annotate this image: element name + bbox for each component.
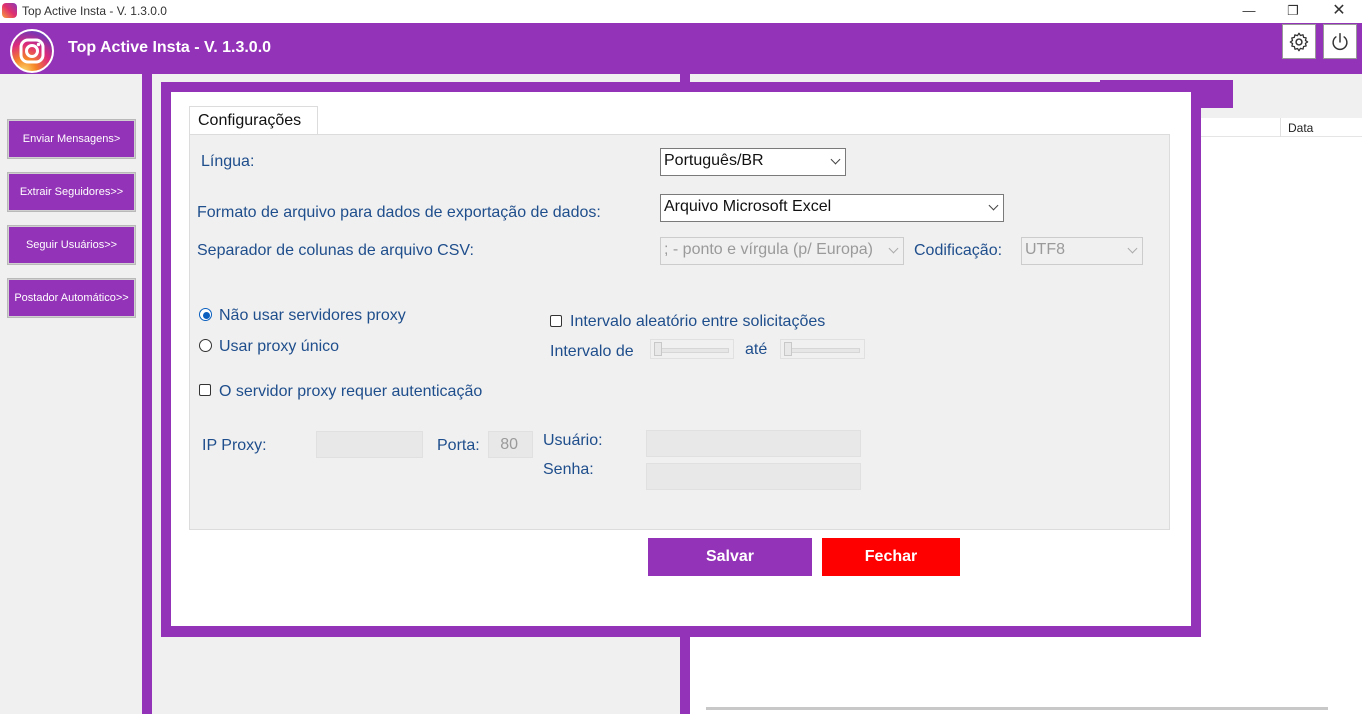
encoding-select[interactable]: UTF8 [1021, 237, 1143, 265]
export-format-value: Arquivo Microsoft Excel [664, 198, 832, 215]
sidebar-item-postador-automatico[interactable]: Postador Automático>> [7, 278, 136, 318]
sidebar-item-seguir-usuarios[interactable]: Seguir Usuários>> [7, 225, 136, 265]
proxy-password-input[interactable] [646, 463, 861, 490]
single-proxy-label[interactable]: Usar proxy único [219, 338, 339, 356]
chevron-down-icon [1127, 243, 1138, 254]
chevron-down-icon [988, 200, 999, 211]
single-proxy-radio[interactable] [199, 339, 212, 352]
app-title: Top Active Insta - V. 1.3.0.0 [68, 39, 272, 56]
no-proxy-radio[interactable] [199, 308, 212, 321]
window-titlebar: Top Active Insta - V. 1.3.0.0 — ❐ ✕ [0, 0, 1362, 23]
language-value: Português/BR [664, 152, 764, 169]
settings-button[interactable] [1282, 24, 1316, 59]
csv-separator-select[interactable]: ; - ponto e vírgula (p/ Europa) [660, 237, 904, 265]
proxy-ip-input[interactable] [316, 431, 423, 458]
encoding-label: Codificação: [914, 242, 1003, 259]
sidebar-item-enviar-mensagens[interactable]: Enviar Mensagens> [7, 119, 136, 159]
encoding-value: UTF8 [1025, 241, 1065, 258]
proxy-password-label: Senha: [543, 461, 594, 478]
interval-from-label: Intervalo de [550, 343, 634, 360]
proxy-user-label: Usuário: [543, 432, 603, 449]
export-format-label: Formato de arquivo para dados de exporta… [197, 204, 601, 221]
window-title: Top Active Insta - V. 1.3.0.0 [22, 4, 167, 18]
sidebar [0, 74, 142, 714]
sidebar-item-extrair-seguidores[interactable]: Extrair Seguidores>> [7, 172, 136, 212]
language-select[interactable]: Português/BR [660, 148, 846, 176]
tab-configuracoes[interactable]: Configurações [189, 106, 318, 135]
power-button[interactable] [1323, 24, 1357, 59]
minimize-icon[interactable]: — [1226, 0, 1272, 23]
power-icon [1332, 32, 1348, 50]
close-window-icon[interactable]: ✕ [1316, 0, 1362, 23]
chevron-down-icon [830, 154, 841, 165]
proxy-port-label: Porta: [437, 437, 480, 454]
save-button[interactable]: Salvar [648, 538, 812, 576]
export-format-select[interactable]: Arquivo Microsoft Excel [660, 194, 1004, 222]
proxy-auth-label[interactable]: O servidor proxy requer autenticação [219, 383, 482, 401]
chevron-down-icon [888, 243, 899, 254]
slider-thumb[interactable] [784, 342, 792, 356]
proxy-auth-checkbox[interactable] [199, 384, 211, 396]
slider-thumb[interactable] [654, 342, 662, 356]
no-proxy-label[interactable]: Não usar servidores proxy [219, 307, 406, 325]
proxy-ip-label: IP Proxy: [202, 437, 267, 454]
close-button[interactable]: Fechar [822, 538, 960, 576]
interval-from-slider[interactable] [650, 339, 734, 359]
interval-to-label: até [745, 341, 768, 358]
language-label: Língua: [201, 153, 255, 170]
horizontal-scrollbar[interactable] [706, 707, 1328, 710]
left-panel-border [142, 74, 152, 714]
csv-separator-label: Separador de colunas de arquivo CSV: [197, 242, 474, 259]
csv-separator-value: ; - ponto e vírgula (p/ Europa) [664, 241, 873, 258]
gear-icon [1289, 32, 1309, 51]
proxy-user-input[interactable] [646, 430, 861, 457]
column-divider [1280, 118, 1281, 137]
random-interval-label[interactable]: Intervalo aleatório entre solicitações [570, 313, 825, 331]
random-interval-checkbox[interactable] [550, 315, 562, 327]
instagram-logo-icon [10, 29, 54, 73]
column-header-data[interactable]: Data [1288, 121, 1313, 135]
app-header: Top Active Insta - V. 1.3.0.0 [0, 23, 1362, 74]
table-header [1190, 118, 1362, 137]
interval-to-slider[interactable] [780, 339, 865, 359]
restore-icon[interactable]: ❐ [1270, 0, 1316, 23]
proxy-port-input[interactable]: 80 [488, 431, 533, 458]
app-small-logo-icon [2, 3, 17, 18]
